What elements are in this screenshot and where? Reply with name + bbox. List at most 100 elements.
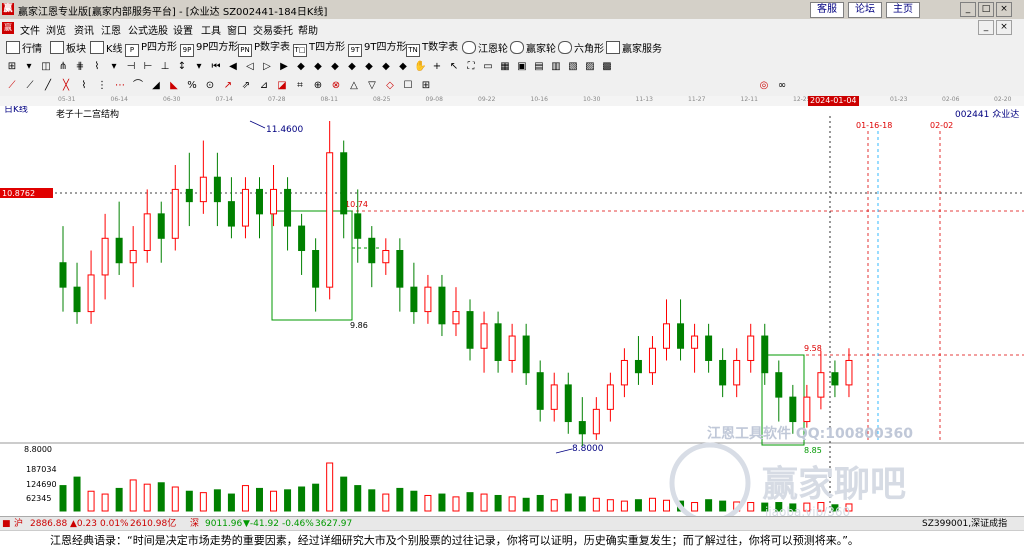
kline-chart[interactable]: 日K线 老子十二宫结构 002441 众业达 10.8762 10.74 9.8… [0, 103, 1024, 524]
tb-winner-wheel[interactable]: 赢家轮 [510, 41, 556, 55]
tb-service[interactable]: 赢家服务 [606, 41, 662, 55]
gann-tool-icon[interactable]: ⌗ [294, 80, 306, 92]
menu-file[interactable]: 文件 [20, 22, 40, 37]
gann-tool-icon[interactable]: ◢ [150, 80, 162, 92]
gann-tool-icon[interactable]: ◇ [384, 80, 396, 92]
gann-tool-icon[interactable]: ◣ [168, 80, 180, 92]
candle-body [424, 286, 432, 313]
gann-tool-icon[interactable]: ◪ [276, 80, 288, 92]
gann-tool-icon[interactable]: ⊕ [312, 80, 324, 92]
draw-tool-icon[interactable]: ⊥ [159, 61, 171, 73]
draw-tool-icon[interactable]: ▦ [499, 61, 511, 73]
draw-tool-icon[interactable]: ◁ [244, 61, 256, 73]
forum-link[interactable]: 论坛 [848, 2, 882, 18]
draw-tool-icon[interactable]: ⋔ [57, 61, 69, 73]
gann-tool-icon[interactable]: ⊙ [204, 80, 216, 92]
tb-p-square[interactable]: P P四方形 [125, 41, 177, 57]
draw-tool-icon[interactable]: ⛶ [465, 61, 477, 73]
draw-tool-icon[interactable]: ▾ [23, 61, 35, 73]
draw-tool-icon[interactable]: ◆ [329, 61, 341, 73]
menu-tools[interactable]: 工具 [201, 22, 221, 37]
gann-tool-icon[interactable]: ⇗ [240, 80, 252, 92]
menu-screener[interactable]: 公式选股 [128, 22, 168, 37]
draw-tool-icon[interactable]: ▭ [482, 61, 494, 73]
gann-tool-icon[interactable]: ⋯ [114, 80, 126, 92]
maximize-button[interactable]: □ [978, 2, 994, 17]
gann-tool-icon[interactable]: ⟋ [6, 80, 18, 92]
menu-trade[interactable]: 交易委托 [253, 22, 293, 37]
child-close-button[interactable]: × [996, 20, 1012, 35]
draw-tool-icon[interactable]: ⊢ [142, 61, 154, 73]
draw-tool-icon[interactable]: ⋕ [74, 61, 86, 73]
menu-help[interactable]: 帮助 [298, 22, 318, 37]
draw-tool-icon[interactable]: ⌇ [91, 61, 103, 73]
draw-tool-icon[interactable]: ▣ [516, 61, 528, 73]
service-link[interactable]: 客服 [810, 2, 844, 18]
tb-gann-wheel[interactable]: 江恩轮 [462, 41, 508, 55]
volume-bar [452, 496, 460, 512]
draw-tool-icon[interactable]: ⊣ [125, 61, 137, 73]
gann-tool-icon[interactable]: % [186, 80, 198, 92]
draw-tool-icon[interactable]: ▾ [108, 61, 120, 73]
tb-kline[interactable]: K线 [90, 41, 123, 55]
tb-t-table[interactable]: TN T数字表 [406, 41, 458, 57]
close-button[interactable]: × [996, 2, 1012, 17]
draw-tool-icon[interactable]: ⏮ [210, 61, 222, 73]
menu-info[interactable]: 资讯 [74, 22, 94, 37]
draw-tool-icon[interactable]: ◆ [295, 61, 307, 73]
menu-settings[interactable]: 设置 [173, 22, 193, 37]
draw-tool-icon[interactable]: ◆ [397, 61, 409, 73]
gann-tool-icon[interactable]: ⟋ [24, 80, 36, 92]
draw-tool-icon[interactable]: ◀ [227, 61, 239, 73]
draw-tool-icon[interactable]: ↕ [176, 61, 188, 73]
gann-tool-icon[interactable]: ⌒ [132, 80, 144, 92]
gann-tool-icon[interactable]: ∞ [776, 80, 788, 92]
menu-window[interactable]: 窗口 [227, 22, 247, 37]
draw-tool-icon[interactable]: ◆ [363, 61, 375, 73]
draw-tool-icon[interactable]: ◆ [346, 61, 358, 73]
draw-tool-icon[interactable]: ▩ [601, 61, 613, 73]
tb-sectors[interactable]: 板块 [50, 41, 86, 55]
draw-tool-icon[interactable]: ▨ [584, 61, 596, 73]
sz-pct: -0.46% [282, 519, 314, 529]
tb-quotes[interactable]: 行情 [6, 41, 42, 55]
home-link[interactable]: 主页 [886, 2, 920, 18]
child-minimize-button[interactable]: _ [978, 20, 994, 35]
tb-p-table[interactable]: PN P数字表 [238, 41, 290, 57]
gann-tool-icon[interactable]: ◎ [758, 80, 770, 92]
draw-tool-icon[interactable]: ⊞ [6, 61, 18, 73]
draw-tool-icon[interactable]: ▧ [567, 61, 579, 73]
tb-9p-square[interactable]: 9P 9P四方形 [180, 41, 238, 57]
gann-tool-icon[interactable]: ⋮ [96, 80, 108, 92]
tb-9t-square[interactable]: 9T 9T四方形 [348, 41, 406, 57]
gann-tool-icon[interactable]: ╱ [42, 80, 54, 92]
menu-browse[interactable]: 浏览 [46, 22, 66, 37]
gann-tool-icon[interactable]: ⊿ [258, 80, 270, 92]
draw-tool-icon[interactable]: ▾ [193, 61, 205, 73]
gann-tool-icon[interactable]: ╳ [60, 80, 72, 92]
tb-t-square[interactable]: T□ T四方形 [293, 41, 345, 57]
gann-tool-icon[interactable]: ↗ [222, 80, 234, 92]
volume-bar [410, 490, 418, 512]
menu-gann[interactable]: 江恩 [101, 22, 121, 37]
volume-bar [326, 462, 334, 512]
gann-tool-icon[interactable]: ⊞ [420, 80, 432, 92]
gann-tool-icon[interactable]: ⊗ [330, 80, 342, 92]
gann-tool-icon[interactable]: △ [348, 80, 360, 92]
gann-tool-icon[interactable]: ☐ [402, 80, 414, 92]
tb-hexagon[interactable]: 六角形 [558, 41, 604, 55]
draw-tool-icon[interactable]: ✋ [414, 61, 426, 73]
gann-tool-icon[interactable]: ▽ [366, 80, 378, 92]
draw-tool-icon[interactable]: + [431, 61, 443, 73]
draw-tool-icon[interactable]: ▥ [550, 61, 562, 73]
draw-tool-icon[interactable]: ▷ [261, 61, 273, 73]
draw-tool-icon[interactable]: ▤ [533, 61, 545, 73]
gann-tool-icon[interactable]: ⌇ [78, 80, 90, 92]
draw-tool-icon[interactable]: ◆ [380, 61, 392, 73]
minimize-button[interactable]: _ [960, 2, 976, 17]
draw-tool-icon[interactable]: ↖ [448, 61, 460, 73]
volume-bar [185, 490, 193, 512]
draw-tool-icon[interactable]: ◆ [312, 61, 324, 73]
draw-tool-icon[interactable]: ◫ [40, 61, 52, 73]
draw-tool-icon[interactable]: ▶ [278, 61, 290, 73]
